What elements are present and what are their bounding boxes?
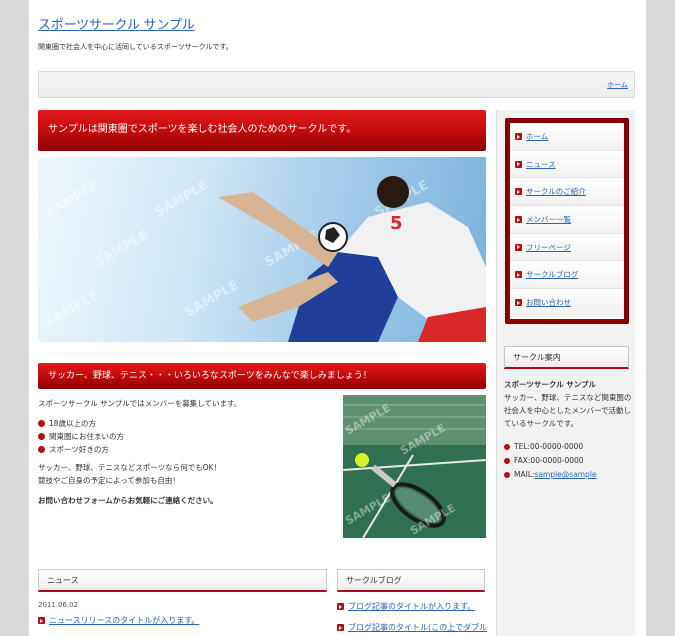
- watermark-text: SAMPLE: [93, 228, 152, 271]
- watermark-text: SAMPLE: [183, 278, 242, 321]
- contact-list: TEL:00-0000-0000 FAX:00-0000-0000 MAIL:s…: [504, 440, 632, 482]
- tennis-image: SAMPLE SAMPLE SAMPLE SAMPLE: [343, 395, 486, 538]
- topbar-home-link[interactable]: ホーム: [607, 80, 628, 90]
- sidebar-item-home[interactable]: ホーム: [510, 123, 624, 151]
- list-item: 18歳以上の方: [38, 417, 338, 430]
- sidebar-item-blog[interactable]: サークルブログ: [510, 261, 624, 290]
- fax-item: FAX:00-0000-0000: [504, 454, 632, 468]
- arrow-bullet-icon: [515, 243, 522, 251]
- hero-image: SAMPLE SAMPLE SAMPLE SAMPLE SAMPLE SAMPL…: [38, 157, 486, 342]
- arrow-bullet-icon: [515, 160, 522, 168]
- sidebar-item-label[interactable]: フリーページ: [526, 243, 571, 252]
- sidebar-item-label[interactable]: ニュース: [526, 160, 556, 169]
- watermark-text: SAMPLE: [43, 288, 102, 331]
- watermark-text: SAMPLE: [153, 178, 212, 221]
- requirements-list: 18歳以上の方 関東圏にお住まいの方 スポーツ好きの方: [38, 417, 338, 456]
- top-nav-bar: ホーム: [38, 71, 635, 98]
- blog-heading: サークルブログ: [337, 569, 485, 592]
- blog-item-link[interactable]: ブログ記事のタイトル(この上でダブル: [337, 622, 487, 633]
- arrow-bullet-icon: [515, 133, 522, 140]
- sidebar-item-label[interactable]: メンバー一覧: [526, 215, 571, 224]
- news-date: 2011.06.02: [38, 601, 79, 609]
- sports-line-2: 競技やご自身の予定によって参加も自由！: [38, 476, 180, 485]
- guide-text: サッカー、野球、テニスなど関東圏の社会人を中心としたメンバーで活動しているサーク…: [504, 393, 632, 428]
- sidebar-item-free-page[interactable]: フリーページ: [510, 233, 624, 262]
- sidebar-item-about[interactable]: サークルのご紹介: [510, 178, 624, 207]
- sub-banner: サッカー、野球、テニス・・・いろいろなスポーツをみんなで楽しみましょう！: [38, 363, 486, 389]
- page: スポーツサークル サンプル 関東圏で社会人を中心に活同しているスポーツサークルで…: [29, 0, 646, 636]
- mail-item: MAIL:sample@sample: [504, 468, 632, 482]
- sidebar-item-members[interactable]: メンバー一覧: [510, 206, 624, 234]
- guide-title: スポーツサークル サンプル: [504, 380, 597, 389]
- guide-heading: サークル案内: [504, 346, 629, 369]
- sidebar-nav: ホーム ニュース サークルのご紹介 メンバー一覧 フリーページ サークルブログ …: [505, 118, 629, 324]
- guide-section: スポーツサークル サンプル サッカー、野球、テニスなど関東圏の社会人を中心とした…: [504, 378, 632, 482]
- intro-text: スポーツサークル サンプルではメンバーを募集しています。: [38, 399, 242, 408]
- tennis-illustration: SAMPLE SAMPLE SAMPLE SAMPLE: [343, 395, 486, 538]
- news-item-link[interactable]: ニュースリリースのタイトルが入ります。: [38, 615, 327, 626]
- sidebar-item-label[interactable]: サークルブログ: [526, 270, 578, 279]
- site-title[interactable]: スポーツサークル サンプル: [38, 14, 195, 33]
- list-item: 関東圏にお住まいの方: [38, 430, 338, 443]
- tel-item: TEL:00-0000-0000: [504, 440, 632, 454]
- contact-cta: お問い合わせフォームからお気軽にご連絡ください。: [38, 496, 218, 505]
- hero-illustration: SAMPLE SAMPLE SAMPLE SAMPLE SAMPLE SAMPL…: [43, 176, 486, 342]
- sidebar-item-label[interactable]: サークルのご紹介: [526, 187, 586, 196]
- arrow-bullet-icon: [515, 271, 522, 279]
- sidebar-item-label[interactable]: ホーム: [526, 132, 548, 141]
- mail-link[interactable]: sample@sample: [535, 470, 597, 479]
- site-description: 関東圏で社会人を中心に活同しているスポーツサークルです。: [38, 43, 233, 51]
- svg-text:5: 5: [390, 213, 403, 234]
- news-heading: ニュース: [38, 569, 327, 592]
- mail-label: MAIL:: [514, 470, 535, 479]
- main-content: サンプルは関東圏でスポーツを楽しむ社会人のためのサークルです。 SAMPLE S…: [38, 110, 486, 538]
- intro-section: スポーツサークル サンプルではメンバーを募集しています。 18歳以上の方 関東圏…: [38, 397, 338, 507]
- sidebar-item-news[interactable]: ニュース: [510, 150, 624, 179]
- arrow-bullet-icon: [515, 216, 522, 224]
- blog-item-link[interactable]: ブログ記事のタイトルが入ります。: [337, 601, 487, 612]
- watermark-text: SAMPLE: [43, 178, 102, 221]
- arrow-bullet-icon: [515, 188, 522, 196]
- sidebar-item-contact[interactable]: お問い合わせ: [510, 289, 624, 317]
- sidebar: ホーム ニュース サークルのご紹介 メンバー一覧 フリーページ サークルブログ …: [496, 110, 635, 636]
- list-item: スポーツ好きの方: [38, 443, 338, 456]
- arrow-bullet-icon: [515, 299, 522, 307]
- main-banner: サンプルは関東圏でスポーツを楽しむ社会人のためのサークルです。: [38, 110, 486, 151]
- sidebar-item-label[interactable]: お問い合わせ: [526, 298, 571, 307]
- sports-line-1: サッカー、野球、テニスなどスポーツなら何でもOK！: [38, 463, 222, 472]
